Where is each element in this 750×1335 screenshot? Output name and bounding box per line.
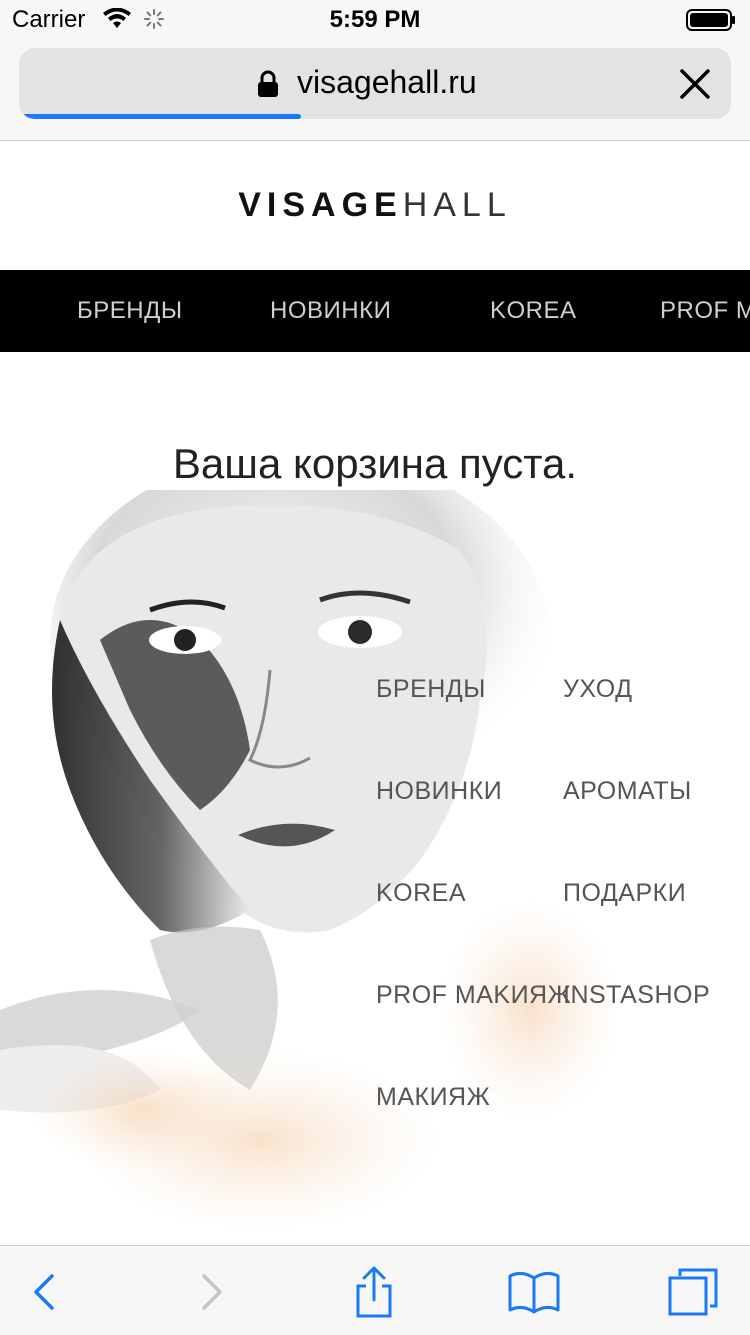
menu-item-care[interactable]: УХОД	[563, 675, 633, 704]
top-nav: БРЕНДЫ НОВИНКИ KOREA PROF MAKИЯЖ	[0, 270, 750, 352]
menu-item-prof-makeup[interactable]: PROF MAKИЯЖ	[376, 981, 571, 1010]
browser-toolbar	[0, 1245, 750, 1335]
empty-cart-message: Ваша корзина пуста.	[172, 440, 578, 487]
page-load-progress	[23, 114, 301, 119]
logo-bold: VISAGE	[238, 186, 403, 224]
lock-icon	[258, 70, 278, 97]
site-logo[interactable]: VISAGEHALL	[0, 186, 750, 225]
address-bar[interactable]: visagehall.ru	[19, 48, 731, 119]
menu-item-new[interactable]: НОВИНКИ	[376, 777, 502, 806]
back-icon[interactable]	[16, 1264, 72, 1320]
top-nav-item-korea[interactable]: KOREA	[490, 297, 577, 325]
logo-light: HALL	[402, 186, 512, 224]
top-nav-item-brands[interactable]: БРЕНДЫ	[77, 297, 183, 325]
share-icon[interactable]	[346, 1264, 402, 1320]
clock: 5:59 PM	[329, 6, 421, 33]
menu-item-makeup[interactable]: МАКИЯЖ	[376, 1083, 490, 1112]
menu-item-brands[interactable]: БРЕНДЫ	[376, 675, 486, 704]
menu-item-korea[interactable]: KOREA	[376, 879, 466, 908]
top-nav-item-new[interactable]: НОВИНКИ	[270, 297, 391, 325]
top-nav-item-prof-makeup[interactable]: PROF MAKИЯЖ	[660, 297, 750, 325]
tabs-icon[interactable]	[666, 1264, 722, 1320]
stop-loading-icon[interactable]	[677, 66, 713, 102]
status-bar: Carrier 5:59 PM	[0, 0, 750, 40]
menu-item-gifts[interactable]: ПОДАРКИ	[563, 879, 686, 908]
browser-address-area: visagehall.ru	[0, 40, 750, 141]
url-text[interactable]: visagehall.ru	[297, 64, 477, 101]
hero-portrait-image	[0, 490, 620, 1230]
menu-item-fragrances[interactable]: АРОМАТЫ	[563, 777, 692, 806]
bookmarks-icon[interactable]	[506, 1264, 562, 1320]
battery-icon	[686, 9, 735, 31]
forward-icon[interactable]	[184, 1264, 240, 1320]
menu-item-instashop[interactable]: INSTASHOP	[563, 981, 710, 1010]
